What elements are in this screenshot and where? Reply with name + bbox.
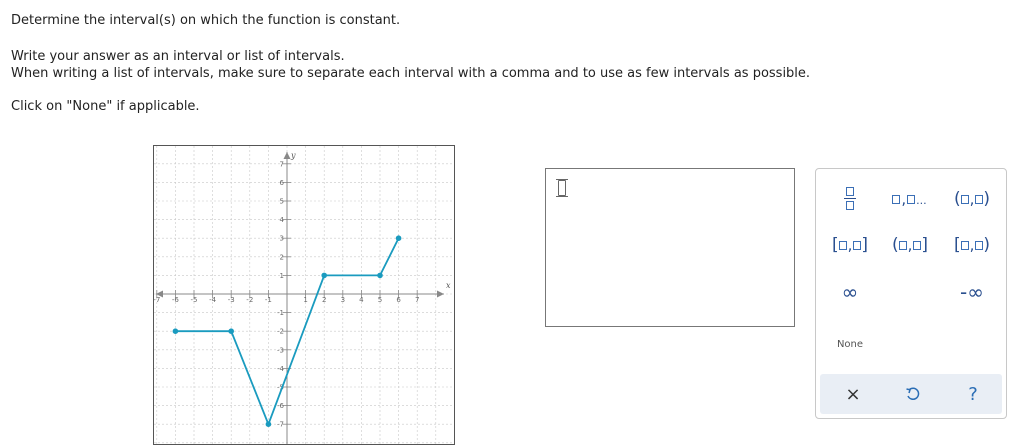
- fraction-icon: [844, 186, 856, 210]
- interval-closed-open-button[interactable]: [,): [944, 229, 1000, 259]
- function-point: [228, 328, 234, 334]
- close-icon: ×: [845, 383, 861, 405]
- clear-button[interactable]: ×: [833, 379, 873, 409]
- interval-open-closed-button[interactable]: (,]: [882, 229, 938, 259]
- infinity-button[interactable]: ∞: [822, 277, 878, 307]
- y-axis-label: y: [290, 151, 296, 160]
- interval-closed-open-icon: [,): [953, 234, 991, 255]
- x-tick-label: -6: [172, 296, 180, 304]
- y-tick-label: -3: [277, 346, 284, 354]
- x-tick-label: 4: [359, 296, 364, 304]
- x-tick-label: -4: [209, 296, 217, 304]
- x-tick-label: 3: [341, 296, 345, 304]
- y-tick-label: -6: [277, 402, 285, 410]
- x-tick-label: -5: [191, 296, 198, 304]
- question-icon: ?: [968, 383, 978, 405]
- x-tick-label: 2: [322, 296, 326, 304]
- none-button[interactable]: None: [822, 329, 878, 359]
- x-tick-label: -1: [265, 296, 272, 304]
- y-tick-label: 6: [280, 179, 285, 187]
- interval-open-open-icon: (,): [953, 188, 991, 209]
- neg-infinity-icon: -∞: [960, 280, 984, 304]
- y-tick-label: 3: [280, 235, 284, 243]
- undo-button[interactable]: [893, 379, 933, 409]
- function-graph: -7 -6 -5 -4 -3 -2 -1 1 2 3 4 5 6 7 -7 -6 -5 -4 -3 -2 -1 1 2 3 4 5…: [153, 145, 455, 445]
- x-tick-label: 6: [396, 296, 401, 304]
- y-tick-label: 2: [280, 253, 284, 261]
- math-palette: ,... (,) [,] (,] [,) ∞ -∞ None × ?: [815, 168, 1007, 419]
- interval-open-closed-icon: (,]: [891, 234, 929, 255]
- y-axis-arrow-up: [283, 152, 291, 159]
- x-tick-label: 1: [303, 296, 307, 304]
- none-label: None: [836, 338, 864, 350]
- x-tick-label: -7: [154, 296, 160, 304]
- x-axis-arrow-right: [437, 290, 444, 298]
- y-tick-label: 5: [280, 198, 284, 206]
- interval-closed-closed-button[interactable]: [,]: [822, 229, 878, 259]
- question-line-4: Click on "None" if applicable.: [11, 99, 200, 114]
- interval-closed-closed-icon: [,]: [831, 234, 869, 255]
- x-axis-label: x: [446, 281, 451, 290]
- question-line-3: When writing a list of intervals, make s…: [11, 66, 811, 81]
- function-point: [265, 421, 272, 428]
- help-button[interactable]: ?: [953, 379, 993, 409]
- y-tick-label: 7: [280, 160, 284, 168]
- fraction-button[interactable]: [822, 183, 878, 213]
- y-tick-label: 1: [280, 272, 284, 280]
- answer-input[interactable]: [545, 168, 795, 327]
- x-tick-label: -3: [228, 296, 235, 304]
- text-cursor-icon: [556, 179, 568, 197]
- list-icon: ,...: [892, 189, 927, 208]
- function-point: [395, 235, 402, 241]
- y-tick-label: -2: [277, 328, 284, 336]
- x-tick-label: -2: [246, 296, 253, 304]
- y-tick-label: -7: [277, 421, 284, 429]
- x-tick-label: 5: [378, 296, 382, 304]
- neg-infinity-button[interactable]: -∞: [944, 277, 1000, 307]
- y-tick-label: 4: [280, 216, 285, 224]
- x-tick-label: 7: [415, 296, 419, 304]
- function-point: [172, 328, 179, 334]
- infinity-icon: ∞: [841, 280, 859, 304]
- interval-open-open-button[interactable]: (,): [944, 183, 1000, 213]
- undo-icon: [906, 387, 920, 400]
- question-line-2: Write your answer as an interval or list…: [11, 49, 345, 64]
- palette-controls: × ?: [820, 374, 1002, 414]
- function-point: [321, 272, 327, 279]
- graph-svg: -7 -6 -5 -4 -3 -2 -1 1 2 3 4 5 6 7-7-6-5-4-3-2-112345…: [154, 146, 454, 444]
- list-button[interactable]: ,...: [882, 183, 938, 213]
- y-tick-label: -4: [277, 365, 285, 373]
- question-line-1: Determine the interval(s) on which the f…: [11, 13, 401, 28]
- function-point: [377, 272, 383, 279]
- y-tick-label: -1: [277, 309, 284, 317]
